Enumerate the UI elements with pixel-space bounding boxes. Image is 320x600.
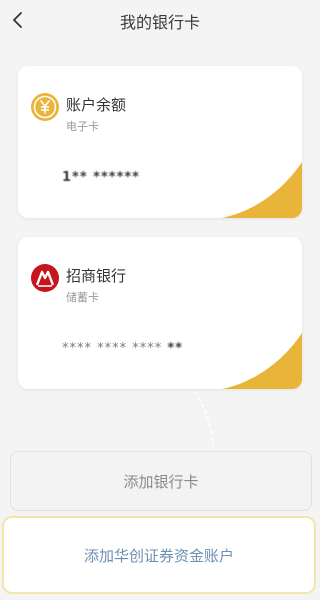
card-type: 电子卡 [66,120,99,133]
card-name: 账户余额 [66,96,127,114]
card-number-prefix: **** **** **** [62,341,163,356]
back-icon[interactable] [6,8,30,32]
balance-card[interactable]: 账户余额 电子卡 1** ****** [18,66,302,218]
yuan-coin-icon [30,92,60,122]
add-securities-account-button[interactable]: 添加华创证券资金账户 [2,516,316,594]
card-number: **** **** **** ** [62,341,183,356]
card-number-suffix: ** [167,341,184,356]
page-title: 我的银行卡 [119,13,200,32]
cmb-bank-logo-icon [30,263,60,293]
card-type: 储蓄卡 [66,291,99,304]
card-corner-decoration [222,333,302,389]
top-bar: 我的银行卡 [0,0,320,40]
card-name: 招商银行 [66,267,127,285]
card-number: 1** ****** [62,170,140,185]
add-bank-card-button[interactable]: 添加银行卡 [10,451,312,511]
card-corner-decoration [222,162,302,218]
